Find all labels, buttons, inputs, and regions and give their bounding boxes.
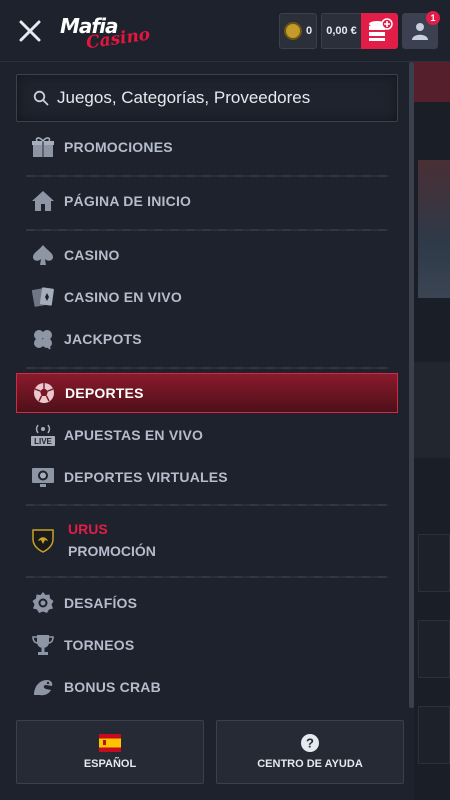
menu-item-deportes-virtuales[interactable]: DEPORTES VIRTUALES xyxy=(16,457,398,497)
urus-text: URUS PROMOCIÓN xyxy=(68,521,156,559)
menu-divider xyxy=(26,504,388,506)
menu-label: CASINO xyxy=(64,247,120,263)
menu-label: PÁGINA DE INICIO xyxy=(64,193,192,209)
background-tile xyxy=(418,620,450,678)
menu-divider xyxy=(26,175,388,177)
lamborghini-shield-icon xyxy=(30,527,56,553)
menu-label: DEPORTES VIRTUALES xyxy=(64,469,228,485)
trophy-icon xyxy=(30,632,56,658)
mafia-casino-logo[interactable]: Mafia Casino xyxy=(58,12,151,53)
deposit-button[interactable] xyxy=(361,13,398,49)
coins-stack-icon xyxy=(369,18,393,41)
close-icon xyxy=(19,20,41,42)
svg-text:LIVE: LIVE xyxy=(34,437,52,446)
menu-item-urus-promocion[interactable]: URUS PROMOCIÓN xyxy=(16,510,398,570)
spain-flag-icon xyxy=(99,734,121,752)
help-question-icon: ? xyxy=(301,734,319,752)
background-tile xyxy=(418,706,450,764)
crab-claw-icon xyxy=(30,674,56,700)
coins-button[interactable]: 0 xyxy=(279,13,317,49)
svg-text:?: ? xyxy=(306,736,314,751)
menu-label: PROMOCIONES xyxy=(64,139,173,155)
background-page xyxy=(414,62,450,800)
menu-item-deportes[interactable]: DEPORTES xyxy=(16,373,398,413)
playing-cards-icon xyxy=(30,284,56,310)
menu-scrollbar[interactable] xyxy=(409,62,414,708)
menu-item-apuestas-en-vivo[interactable]: LIVE APUESTAS EN VIVO xyxy=(16,415,398,455)
menu-label: CASINO EN VIVO xyxy=(64,289,182,305)
badge-gear-icon xyxy=(30,590,56,616)
notification-badge: 1 xyxy=(426,11,440,25)
menu-divider xyxy=(26,367,388,369)
soccer-ball-icon xyxy=(31,380,57,406)
search-input[interactable] xyxy=(57,88,377,108)
menu-item-casino-en-vivo[interactable]: CASINO EN VIVO xyxy=(16,277,398,317)
help-center-button[interactable]: ? CENTRO DE AYUDA xyxy=(216,720,404,784)
menu-label: TORNEOS xyxy=(64,637,135,653)
menu-item-bonus-crab[interactable]: BONUS CRAB xyxy=(16,667,398,707)
menu-item-pagina-de-inicio[interactable]: PÁGINA DE INICIO xyxy=(16,181,398,221)
menu-item-promociones[interactable]: PROMOCIONES xyxy=(16,127,398,167)
search-box[interactable] xyxy=(16,74,398,122)
urus-title: URUS xyxy=(68,521,108,537)
language-button[interactable]: ESPAÑOL xyxy=(16,720,204,784)
coin-icon xyxy=(283,22,302,40)
virtual-sports-monitor-icon xyxy=(30,464,56,490)
menu-divider xyxy=(26,229,388,231)
menu-divider xyxy=(26,576,388,578)
coins-value: 0 xyxy=(305,25,313,37)
help-center-label: CENTRO DE AYUDA xyxy=(257,758,363,770)
background-panel xyxy=(414,362,450,458)
menu-label: BONUS CRAB xyxy=(64,679,161,695)
background-tile xyxy=(418,534,450,592)
menu-label: APUESTAS EN VIVO xyxy=(64,427,204,443)
menu-item-desafios[interactable]: DESAFÍOS xyxy=(16,583,398,623)
background-game-image xyxy=(418,160,450,298)
balance-display[interactable]: 0,00 € xyxy=(321,13,361,49)
menu-label: DESAFÍOS xyxy=(64,595,138,611)
user-icon xyxy=(412,23,428,40)
clover-icon xyxy=(30,326,56,352)
top-header: Mafia Casino 0 0,00 € 1 xyxy=(0,0,450,62)
close-menu-button[interactable] xyxy=(16,17,44,45)
balance-value: 0,00 € xyxy=(326,25,357,37)
menu-item-casino[interactable]: CASINO xyxy=(16,235,398,275)
spade-icon xyxy=(30,242,56,268)
menu-item-jackpots[interactable]: JACKPOTS xyxy=(16,319,398,359)
urus-subtitle: PROMOCIÓN xyxy=(68,543,156,559)
home-icon xyxy=(30,188,56,214)
menu-label: DEPORTES xyxy=(65,385,144,401)
gift-icon xyxy=(30,134,56,160)
background-banner xyxy=(414,62,450,102)
language-label: ESPAÑOL xyxy=(83,758,137,770)
user-profile-button[interactable]: 1 xyxy=(402,11,440,49)
menu-item-torneos[interactable]: TORNEOS xyxy=(16,625,398,665)
live-broadcast-icon: LIVE xyxy=(30,422,56,448)
menu-label: JACKPOTS xyxy=(64,331,142,347)
search-icon xyxy=(33,90,49,106)
